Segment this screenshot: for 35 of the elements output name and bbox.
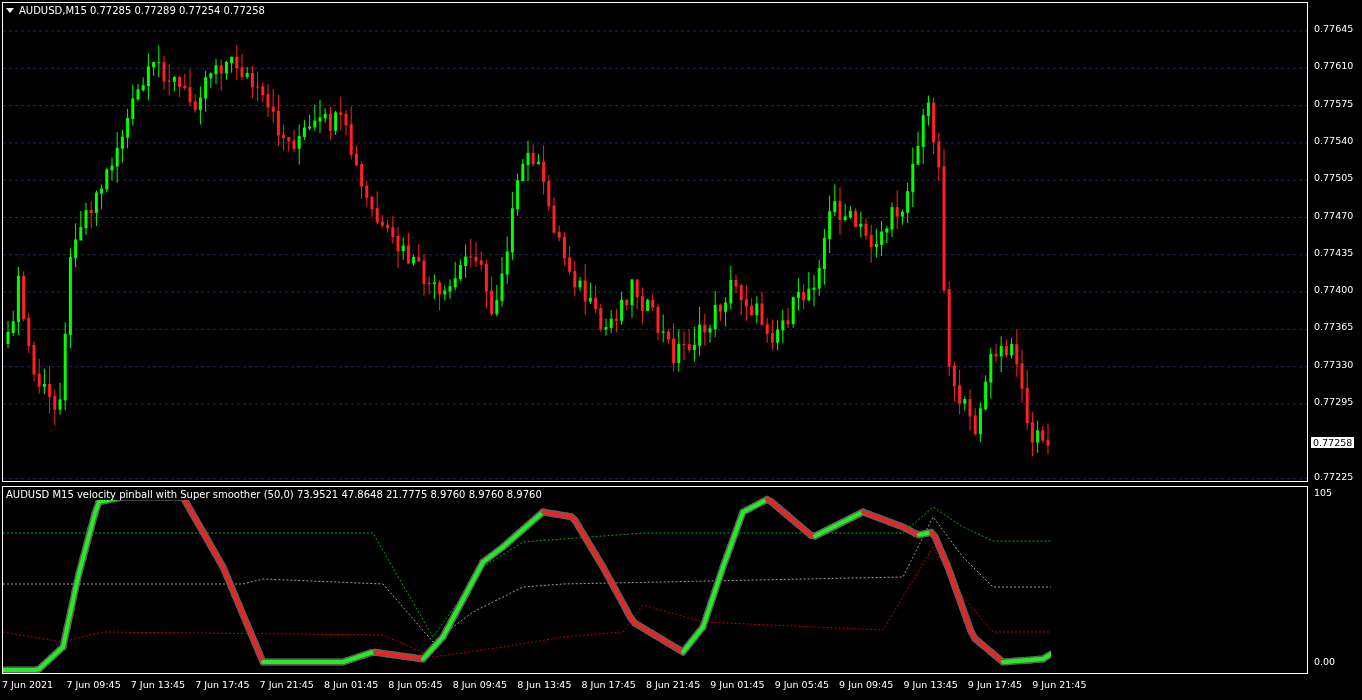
time-tick-label: 8 Jun 13:45 [517,679,573,690]
price-tick-label: 0.77610 [1314,60,1354,72]
indicator-tick-label: 0.00 [1314,656,1336,667]
time-tick-label: 7 Jun 09:45 [66,679,122,690]
time-tick-label: 7 Jun 2021 [2,679,55,690]
price-tick-label: 0.77400 [1314,284,1354,296]
price-tick-label: 0.77575 [1314,97,1354,109]
price-tick-label: 0.77225 [1314,470,1354,482]
time-tick-label: 7 Jun 17:45 [195,679,251,690]
current-price-label: 0.77258 [1311,437,1355,448]
time-tick-label: 9 Jun 21:45 [1032,679,1088,690]
time-tick-label: 9 Jun 17:45 [967,679,1024,690]
dropdown-triangle-icon[interactable] [6,8,14,13]
chart-title: AUDUSD,M15 0.77285 0.77289 0.77254 0.77258 [19,5,265,16]
price-tick-label: 0.77435 [1314,246,1354,258]
indicator-tick-label: 105 [1314,487,1333,498]
time-tick-label: 8 Jun 17:45 [581,679,637,690]
time-tick-label: 7 Jun 13:45 [130,679,187,690]
time-tick-label: 9 Jun 01:45 [710,679,766,690]
time-tick-label: 8 Jun 09:45 [452,679,509,690]
time-tick-label: 8 Jun 05:45 [388,679,444,690]
price-tick-label: 0.77505 [1314,172,1354,184]
indicator-title: AUDUSD M15 velocity pinball with Super smoother (50,0) 73.9521 47.8648 21.7775 8.9760 8.9760 8.9760 [6,489,542,500]
price-tick-label: 0.77540 [1314,134,1354,146]
price-tick-label: 0.77365 [1314,321,1354,333]
time-tick-label: 9 Jun 13:45 [903,679,959,690]
price-tick-label: 0.77470 [1314,209,1354,221]
time-tick-label: 8 Jun 01:45 [323,679,380,690]
price-tick-label: 0.77645 [1314,23,1354,34]
price-tick-label: 0.77330 [1314,358,1354,370]
price-tick-label: 0.77295 [1314,396,1354,407]
time-tick-label: 9 Jun 05:45 [774,679,830,690]
time-tick-label: 8 Jun 21:45 [645,679,702,690]
time-tick-label: 9 Jun 09:45 [839,679,895,690]
time-tick-label: 7 Jun 21:45 [259,679,315,690]
